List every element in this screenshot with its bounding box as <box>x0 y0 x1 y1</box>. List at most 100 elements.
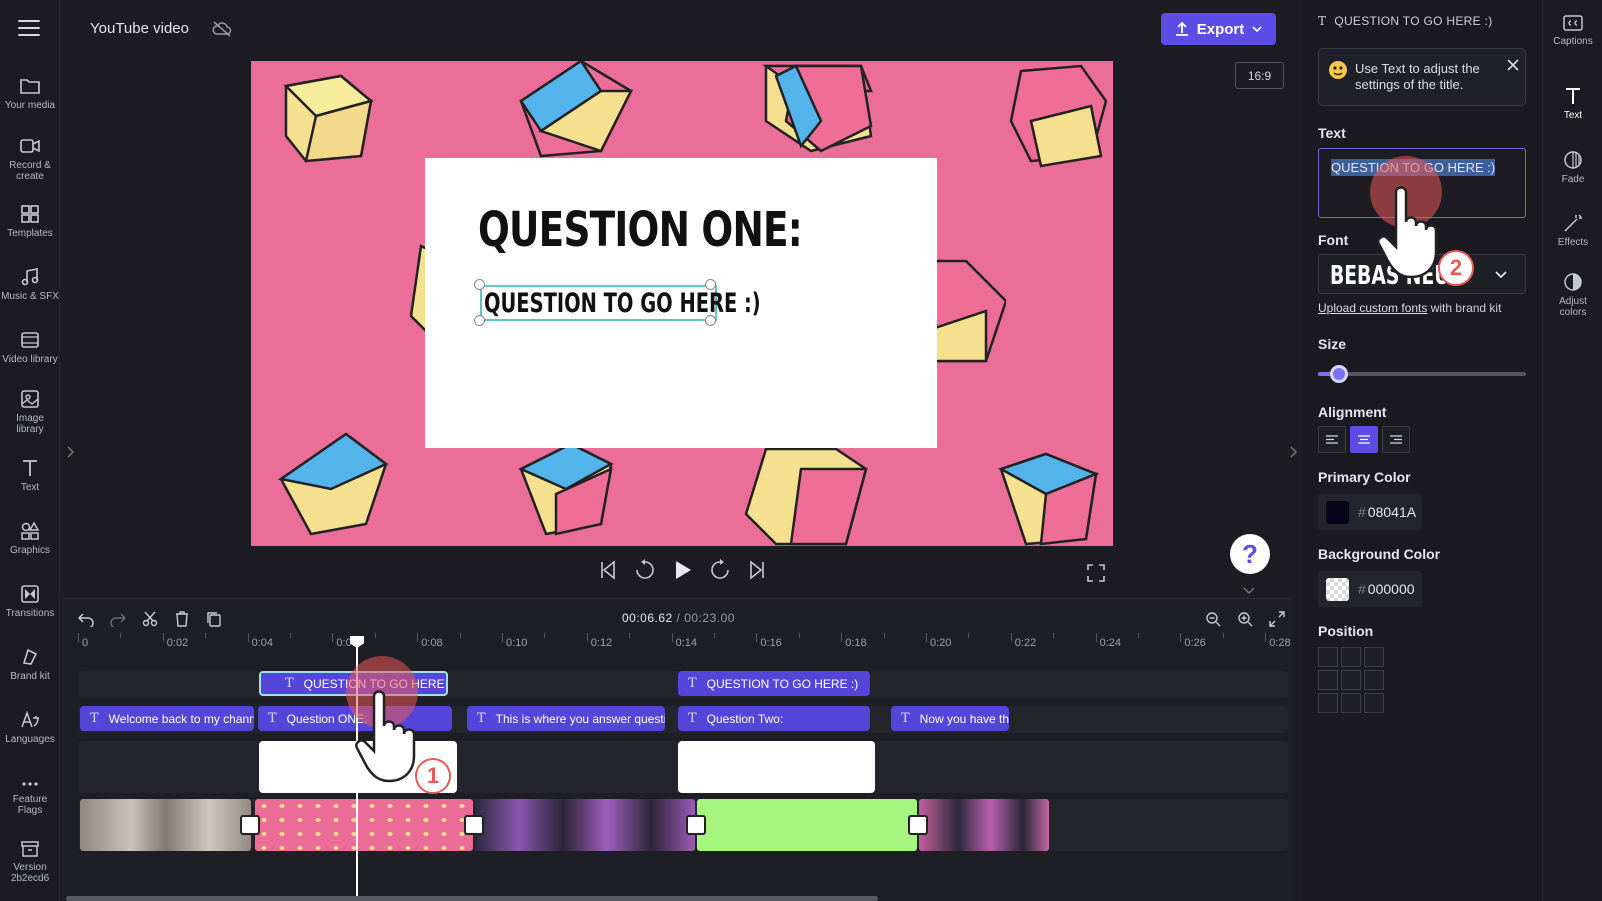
background-color-picker[interactable]: #000000 <box>1318 571 1422 607</box>
position-cell[interactable] <box>1364 647 1384 667</box>
project-title[interactable]: YouTube video <box>90 20 189 37</box>
upload-fonts-link[interactable]: Upload custom fonts <box>1318 301 1427 315</box>
resize-handle[interactable] <box>705 279 716 290</box>
zoom-in-icon[interactable] <box>1237 611 1253 627</box>
collapse-right-icon[interactable] <box>1289 446 1297 458</box>
position-cell[interactable] <box>1318 693 1338 713</box>
position-cell[interactable] <box>1341 693 1361 713</box>
primary-color-hex[interactable]: #08041A <box>1358 504 1416 520</box>
video-clip[interactable] <box>80 799 251 851</box>
resize-handle[interactable] <box>474 279 485 290</box>
time-ruler[interactable]: 0 0:02 0:04 0:06 0:08 0:10 0:12 0:14 0:16 0:18 0:2… <box>78 633 1291 653</box>
shape-clip[interactable] <box>678 741 875 793</box>
align-right-button[interactable] <box>1382 426 1410 453</box>
video-clip[interactable] <box>475 799 695 851</box>
transition-icon[interactable] <box>686 815 706 835</box>
redo-icon[interactable] <box>110 611 126 627</box>
forward-5-icon[interactable] <box>709 558 731 582</box>
primary-color-swatch[interactable] <box>1326 501 1349 524</box>
video-preview[interactable]: QUESTION ONE: QUESTION TO GO HERE :) <box>251 61 1113 546</box>
video-clip[interactable] <box>919 799 1049 851</box>
aspect-ratio-button[interactable]: 16:9 <box>1235 62 1284 89</box>
tab-effects[interactable]: Effects <box>1543 213 1602 248</box>
menu-icon[interactable] <box>18 20 40 36</box>
slider-thumb[interactable] <box>1329 365 1348 383</box>
position-cell[interactable] <box>1341 670 1361 690</box>
text-clip[interactable]: T Welcome back to my channel <box>80 706 254 731</box>
cube-graphic <box>283 74 374 163</box>
transition-icon[interactable] <box>464 815 484 835</box>
video-clip[interactable] <box>255 799 473 851</box>
help-button[interactable]: ? <box>1230 534 1270 574</box>
undo-icon[interactable] <box>78 611 94 627</box>
nav-brand-kit[interactable]: Brand kit <box>0 647 60 682</box>
size-slider[interactable] <box>1318 365 1526 383</box>
nav-video-library[interactable]: Video library <box>0 330 60 365</box>
nav-languages[interactable]: Languages <box>0 710 60 745</box>
delete-icon[interactable] <box>174 611 190 627</box>
transition-icon[interactable] <box>240 815 260 835</box>
text-clip[interactable]: T Now you have the <box>891 706 1009 731</box>
film-icon <box>21 332 39 348</box>
tab-adjust-colors[interactable]: Adjust colors <box>1543 272 1602 318</box>
export-button[interactable]: Export <box>1161 13 1276 45</box>
ruler-label: 0:22 <box>1014 637 1037 649</box>
tip-text: Use Text to adjust the settings of the t… <box>1355 61 1480 92</box>
video-clip[interactable] <box>697 799 917 851</box>
skip-forward-icon[interactable] <box>747 558 767 582</box>
ruler-label: 0 <box>82 637 89 649</box>
nav-image-library[interactable]: Image library <box>0 389 60 435</box>
zoom-out-icon[interactable] <box>1205 611 1221 627</box>
primary-color-picker[interactable]: #08041A <box>1318 494 1422 530</box>
text-clip[interactable]: T This is where you answer question <box>467 706 665 731</box>
nav-music-sfx[interactable]: Music & SFX <box>0 267 60 302</box>
text-clip[interactable]: T QUESTION TO GO HERE :) <box>678 671 870 696</box>
nav-record-create[interactable]: Record & create <box>0 136 60 182</box>
nav-templates[interactable]: Templates <box>0 204 60 239</box>
fit-timeline-icon[interactable] <box>1269 611 1285 627</box>
close-icon[interactable] <box>1507 59 1519 71</box>
tab-fade[interactable]: Fade <box>1543 150 1602 185</box>
title-text[interactable]: QUESTION ONE: <box>478 202 803 258</box>
play-icon[interactable] <box>673 558 693 582</box>
nav-transitions[interactable]: Transitions <box>0 584 60 619</box>
resize-handle[interactable] <box>705 315 716 326</box>
subtitle-text[interactable]: QUESTION TO GO HERE :) <box>484 288 761 319</box>
resize-handle[interactable] <box>474 315 485 326</box>
nav-your-media[interactable]: Your media <box>0 76 60 111</box>
tab-text[interactable]: Text <box>1543 86 1602 121</box>
background-color-hex[interactable]: #000000 <box>1358 581 1415 597</box>
nav-graphics[interactable]: Graphics <box>0 521 60 556</box>
collapse-left-icon[interactable] <box>66 446 74 458</box>
nav-label: Record & create <box>9 160 51 182</box>
nav-text[interactable]: Text <box>0 458 60 493</box>
position-cell[interactable] <box>1364 670 1384 690</box>
ruler-label: 0:04 <box>251 637 274 649</box>
cut-icon[interactable] <box>142 611 158 627</box>
tab-captions[interactable]: Captions <box>1543 14 1602 47</box>
transition-icon[interactable] <box>908 815 928 835</box>
position-label: Position <box>1318 623 1374 639</box>
position-cell[interactable] <box>1318 670 1338 690</box>
position-cell[interactable] <box>1341 647 1361 667</box>
ruler-tick <box>968 633 970 638</box>
position-cell[interactable] <box>1364 693 1384 713</box>
text-clip[interactable]: T Question Two: <box>678 706 870 731</box>
subtitle-selection-box[interactable]: QUESTION TO GO HERE :) <box>480 285 761 321</box>
title-card[interactable]: QUESTION ONE: QUESTION TO GO HERE :) <box>425 158 937 448</box>
timeline-scrollbar[interactable] <box>66 896 878 901</box>
chevron-down-icon[interactable] <box>1243 587 1255 595</box>
font-label: Font <box>1318 232 1349 248</box>
text-icon <box>1566 88 1580 104</box>
nav-label: Templates <box>7 228 53 239</box>
rewind-5-icon[interactable] <box>634 558 656 582</box>
align-left-button[interactable] <box>1318 426 1346 453</box>
duplicate-icon[interactable] <box>206 611 222 627</box>
background-color-swatch[interactable] <box>1326 578 1349 601</box>
align-center-button[interactable] <box>1350 426 1378 453</box>
nav-feature-flags[interactable]: Feature Flags <box>0 778 60 816</box>
skip-back-icon[interactable] <box>598 558 618 582</box>
position-cell[interactable] <box>1318 647 1338 667</box>
fullscreen-icon[interactable] <box>1087 561 1105 585</box>
cube-graphic <box>926 259 1006 363</box>
